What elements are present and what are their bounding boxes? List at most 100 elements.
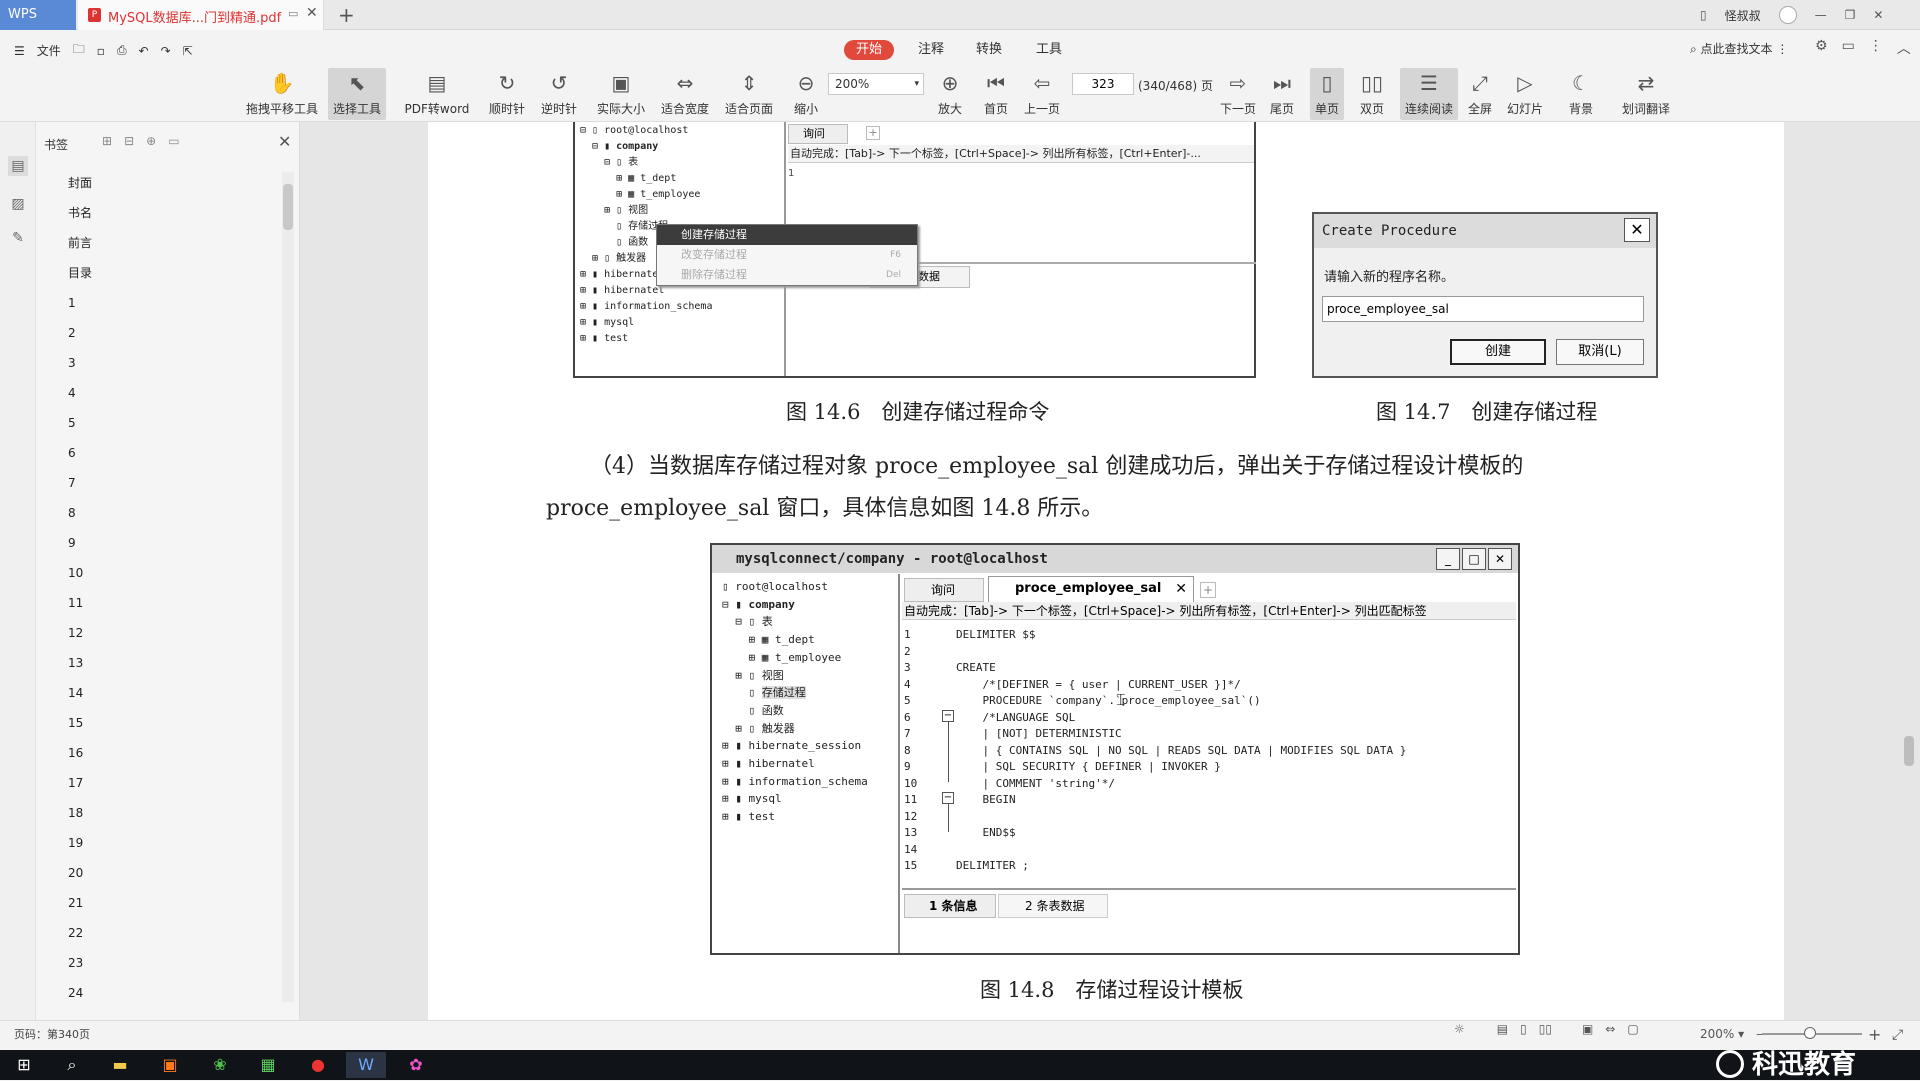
fit-icon[interactable]: ▣ bbox=[1582, 1022, 1593, 1036]
next-page-button[interactable]: ⇨ 下一页 bbox=[1216, 68, 1260, 120]
bookmark-item[interactable]: 15 bbox=[68, 708, 268, 738]
tab-annotate[interactable]: 注释 bbox=[908, 40, 954, 60]
pin-icon[interactable]: ▭ bbox=[288, 7, 298, 20]
bookmark-item[interactable]: 3 bbox=[68, 348, 268, 378]
close-panel-icon[interactable]: ✕ bbox=[278, 132, 291, 151]
bookmark-scroll-thumb[interactable] bbox=[283, 184, 293, 230]
save-icon[interactable]: ▫ bbox=[97, 44, 105, 58]
slideshow-button[interactable]: ▷ 幻灯片 bbox=[1502, 68, 1548, 120]
tab-home[interactable]: 开始 bbox=[844, 40, 895, 60]
bookmark-item[interactable]: 2 bbox=[68, 318, 268, 348]
file-menu[interactable]: 文件 bbox=[37, 42, 61, 59]
app-spreadsheet-icon[interactable]: ▦ bbox=[248, 1052, 288, 1078]
fit-width-status-icon[interactable]: ⇔ bbox=[1605, 1022, 1615, 1036]
fit-page-status-icon[interactable]: ▢ bbox=[1627, 1022, 1638, 1036]
fit-width-button[interactable]: ⇔ 适合宽度 bbox=[658, 68, 712, 120]
pan-tool-button[interactable]: ✋ 拖拽平移工具 bbox=[244, 68, 320, 120]
expand-icon[interactable]: ⊞ bbox=[102, 134, 112, 148]
bookmark-panel-icon[interactable]: ▤ bbox=[8, 156, 28, 176]
bookmark-item[interactable]: 1 bbox=[68, 288, 268, 318]
bookmark-item[interactable]: 11 bbox=[68, 588, 268, 618]
bookmark-item[interactable]: 10 bbox=[68, 558, 268, 588]
background-button[interactable]: ☾ 背景 bbox=[1558, 68, 1604, 120]
pdf-to-word-button[interactable]: ▤ PDF转word bbox=[402, 68, 472, 120]
fit-page-button[interactable]: ⇕ 适合页面 bbox=[722, 68, 776, 120]
file-explorer-icon[interactable]: ▬ bbox=[100, 1052, 140, 1078]
wps-taskbar-icon[interactable]: W bbox=[346, 1052, 386, 1078]
eye-protect-icon[interactable]: ☼ bbox=[1454, 1022, 1465, 1036]
bookmark-item[interactable]: 20 bbox=[68, 858, 268, 888]
single-page-button[interactable]: ▯ 单页 bbox=[1310, 68, 1344, 120]
book-view-icon[interactable]: ▯▯ bbox=[1539, 1022, 1552, 1036]
document-scroll-thumb[interactable] bbox=[1904, 736, 1914, 766]
more-icon[interactable]: ⋮ bbox=[1869, 38, 1883, 58]
bookmark-item[interactable]: 22 bbox=[68, 918, 268, 948]
export-icon[interactable]: ⇱ bbox=[183, 44, 193, 58]
bookmark-item[interactable]: 7 bbox=[68, 468, 268, 498]
bookmark-scrollbar[interactable] bbox=[282, 172, 294, 1002]
bookmark-item[interactable]: 14 bbox=[68, 678, 268, 708]
bookmark-item[interactable]: 书名 bbox=[68, 198, 268, 228]
bookmark-item[interactable]: 23 bbox=[68, 948, 268, 978]
bookmark-item[interactable]: 目录 bbox=[68, 258, 268, 288]
avatar[interactable] bbox=[1778, 6, 1797, 24]
bookmark-item[interactable]: 24 bbox=[68, 978, 268, 1008]
translate-button[interactable]: ⇄ 划词翻译 bbox=[1618, 68, 1674, 120]
user-name[interactable]: 怪叔叔 bbox=[1725, 7, 1761, 24]
document-tab[interactable]: P MySQL数据库...门到精通.pdf ▭ ✕ bbox=[78, 0, 324, 30]
bookmark-item[interactable]: 5 bbox=[68, 408, 268, 438]
fullscreen-status-icon[interactable]: ⤢ bbox=[1892, 1020, 1903, 1050]
last-page-button[interactable]: ⏭ 尾页 bbox=[1264, 68, 1300, 120]
prev-page-button[interactable]: ⇦ 上一页 bbox=[1020, 68, 1064, 120]
windows-start-icon[interactable]: ⊞ bbox=[4, 1052, 44, 1078]
rotate-cw-button[interactable]: ↻ 顺时针 bbox=[484, 68, 530, 120]
bookmark-item[interactable]: 4 bbox=[68, 378, 268, 408]
bookmark-item[interactable]: 19 bbox=[68, 828, 268, 858]
find-text-button[interactable]: ⌕ 点此查找文本 ⋮ bbox=[1690, 40, 1788, 57]
menu-icon[interactable]: ☰ bbox=[14, 44, 25, 58]
collapse-icon[interactable]: ︿ bbox=[1897, 38, 1911, 58]
new-tab-button[interactable]: + bbox=[338, 3, 355, 27]
redo-icon[interactable]: ↷ bbox=[161, 44, 171, 58]
open-icon[interactable]: 🗀 bbox=[73, 40, 85, 61]
layout-icon[interactable]: ▯ bbox=[1700, 8, 1707, 22]
zoom-in-button[interactable]: ⊕ 放大 bbox=[932, 68, 968, 120]
bookmark-item[interactable]: 17 bbox=[68, 768, 268, 798]
actual-size-button[interactable]: ▣ 实际大小 bbox=[594, 68, 648, 120]
app-color-icon[interactable]: ✿ bbox=[396, 1052, 436, 1078]
zoom-in-status-icon[interactable]: + bbox=[1868, 1020, 1881, 1050]
bookmark-item[interactable]: 13 bbox=[68, 648, 268, 678]
bookmark-item[interactable]: 封面 bbox=[68, 168, 268, 198]
zoom-slider-knob[interactable] bbox=[1804, 1027, 1816, 1039]
wps-home-button[interactable]: WPS bbox=[0, 0, 76, 30]
bookmark-item[interactable]: 8 bbox=[68, 498, 268, 528]
record-icon[interactable]: ● bbox=[298, 1052, 338, 1078]
close-tab-icon[interactable]: ✕ bbox=[306, 5, 318, 21]
delete-bookmark-icon[interactable]: ▭ bbox=[168, 134, 179, 148]
bookmark-item[interactable]: 6 bbox=[68, 438, 268, 468]
tab-convert[interactable]: 转换 bbox=[966, 40, 1012, 60]
page-number-input[interactable]: 323 bbox=[1072, 73, 1134, 95]
annotation-icon[interactable]: ✎ bbox=[8, 228, 28, 248]
bookmark-item[interactable]: 前言 bbox=[68, 228, 268, 258]
zoom-out-button[interactable]: ⊖ 缩小 bbox=[788, 68, 824, 120]
first-page-button[interactable]: ⏮ 首页 bbox=[978, 68, 1014, 120]
bookmark-item[interactable]: 18 bbox=[68, 798, 268, 828]
page-view-icon[interactable]: ▯ bbox=[1520, 1022, 1527, 1036]
undo-icon[interactable]: ↶ bbox=[139, 44, 149, 58]
continuous-read-button[interactable]: ☰ 连续阅读 bbox=[1400, 68, 1458, 120]
minimize-icon[interactable]: — bbox=[1815, 8, 1827, 22]
bookmark-item[interactable]: 9 bbox=[68, 528, 268, 558]
settings-icon[interactable]: ⚙ bbox=[1815, 38, 1828, 58]
app-orange-icon[interactable]: ▣ bbox=[150, 1052, 190, 1078]
bookmark-item[interactable]: 12 bbox=[68, 618, 268, 648]
single-view-icon[interactable]: ▤ bbox=[1497, 1022, 1508, 1036]
close-window-icon[interactable]: ✕ bbox=[1873, 8, 1883, 22]
double-page-button[interactable]: ▯▯ 双页 bbox=[1350, 68, 1394, 120]
fullscreen-button[interactable]: ⤢ 全屏 bbox=[1464, 68, 1496, 120]
app-green-icon[interactable]: ❀ bbox=[200, 1052, 240, 1078]
print-icon[interactable]: ⎙ bbox=[117, 43, 127, 58]
rotate-ccw-button[interactable]: ↺ 逆时针 bbox=[536, 68, 582, 120]
thumbnail-icon[interactable]: ▨ bbox=[8, 194, 28, 214]
collapse-all-icon[interactable]: ⊟ bbox=[124, 134, 134, 148]
